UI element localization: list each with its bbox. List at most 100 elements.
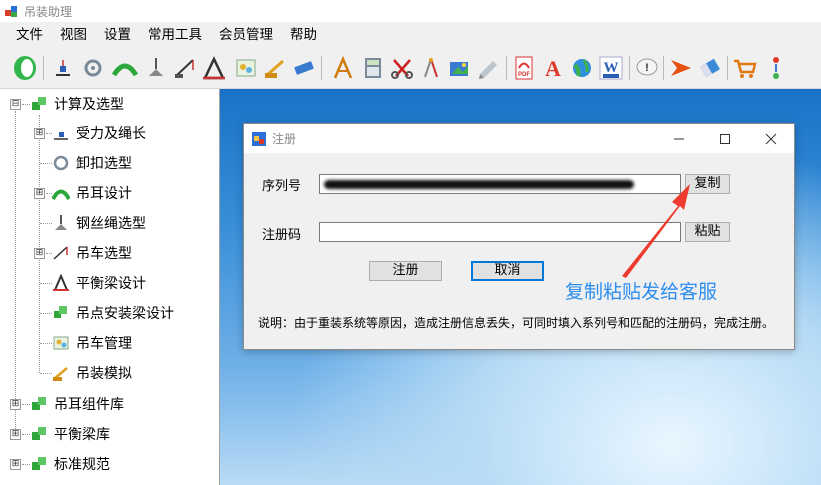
tree-label: 卸扣选型 [76, 156, 132, 172]
simulation-icon [52, 364, 70, 382]
tree-node-crane[interactable]: 吊车选型 [52, 242, 132, 264]
lifting-lug-icon[interactable] [112, 55, 138, 81]
wire-rope-icon [52, 214, 70, 232]
expander-icon[interactable]: ⊞ [10, 429, 21, 440]
pdf-icon[interactable]: PDF [511, 55, 537, 81]
expander-icon[interactable]: ⊞ [34, 128, 45, 139]
menu-common-tools[interactable]: 常用工具 [140, 22, 210, 48]
ruler-icon[interactable] [291, 55, 317, 81]
svg-text:PDF: PDF [518, 72, 530, 78]
dialog-note: 说明：由于重装系统等原因，造成注册信息丢失，可同时填入系列号和匹配的注册码，完成… [258, 316, 775, 330]
image-icon[interactable] [447, 55, 473, 81]
maximize-icon[interactable] [702, 124, 748, 153]
tree-node-force[interactable]: 受力及绳长 [52, 122, 146, 144]
register-button[interactable]: 注册 [369, 261, 442, 281]
serial-label: 序列号 [262, 179, 302, 194]
crane-icon[interactable] [172, 55, 198, 81]
expander-icon[interactable]: ⊞ [34, 188, 45, 199]
menu-view[interactable]: 视图 [52, 22, 95, 48]
tree-label: 标准规范 [54, 457, 110, 473]
beam-install-icon [52, 304, 70, 322]
tree-node-beam-library[interactable]: 平衡梁库 [30, 423, 110, 445]
tree-node-lifting-lug[interactable]: 吊耳设计 [52, 182, 132, 204]
compass-icon[interactable] [418, 55, 444, 81]
tree-node-calc[interactable]: 计算及选型 [30, 93, 124, 115]
toolbar: PDF A W ! [0, 48, 821, 89]
arrow-icon[interactable] [668, 55, 694, 81]
spreader-beam-icon[interactable] [201, 55, 227, 81]
table-icon[interactable] [330, 55, 356, 81]
globe-icon[interactable] [569, 55, 595, 81]
tree-label: 吊装模拟 [76, 366, 132, 382]
close-icon[interactable] [748, 124, 794, 153]
chart-icon[interactable] [233, 55, 259, 81]
lifting-lug-icon [52, 184, 70, 202]
settings-icon[interactable] [763, 55, 789, 81]
svg-text:!: ! [645, 62, 649, 74]
app-window-icon [252, 132, 266, 146]
annotation-arrow [622, 184, 690, 278]
puzzle-icon [30, 95, 48, 113]
eraser-icon[interactable] [697, 55, 723, 81]
crane-manage-icon [52, 334, 70, 352]
tree-node-standards[interactable]: 标准规范 [30, 453, 110, 475]
spreader-beam-icon [52, 274, 70, 292]
shackle-icon[interactable] [80, 55, 106, 81]
menu-settings[interactable]: 设置 [96, 22, 139, 48]
tree-node-spreader-beam[interactable]: 平衡梁设计 [52, 272, 146, 294]
puzzle-icon [30, 425, 48, 443]
tree-label: 吊耳组件库 [54, 397, 124, 413]
puzzle-icon [30, 455, 48, 473]
tree-node-simulation[interactable]: 吊装模拟 [52, 362, 132, 384]
tree-node-lug-library[interactable]: 吊耳组件库 [30, 393, 124, 415]
svg-text:A: A [545, 56, 561, 81]
tree-node-crane-manage[interactable]: 吊车管理 [52, 332, 132, 354]
menu-bar: 文件 视图 设置 常用工具 会员管理 帮助 [0, 22, 821, 48]
tree-label: 计算及选型 [54, 97, 124, 113]
puzzle-icon [30, 395, 48, 413]
pencil-icon[interactable] [476, 55, 502, 81]
text-a-icon[interactable]: A [540, 55, 566, 81]
redacted-serial [324, 180, 634, 189]
force-icon [52, 124, 70, 142]
tree-node-beam-install[interactable]: 吊点安装梁设计 [52, 302, 174, 324]
tree-label: 吊点安装梁设计 [76, 306, 174, 322]
scissors-icon[interactable] [389, 55, 415, 81]
annotation-text: 复制粘贴发给客服 [565, 281, 718, 303]
tree-node-wire-rope[interactable]: 钢丝绳选型 [52, 212, 146, 234]
tree-label: 吊车选型 [76, 246, 132, 262]
truck-crane-icon[interactable] [262, 55, 288, 81]
wire-rope-icon[interactable] [143, 55, 169, 81]
tree-label: 吊耳设计 [76, 186, 132, 202]
word-icon[interactable]: W [598, 55, 624, 81]
load-icon[interactable] [50, 55, 76, 81]
menu-help[interactable]: 帮助 [282, 22, 325, 48]
tree-label: 钢丝绳选型 [76, 216, 146, 232]
expander-icon[interactable]: ⊞ [10, 399, 21, 410]
register-dialog: 注册 序列号 复制 注册码 粘贴 注册 取消 说明：由于重装系统等原因，造成注册… [243, 123, 795, 350]
menu-file[interactable]: 文件 [0, 22, 51, 48]
calculator-icon[interactable] [360, 55, 386, 81]
cart-icon[interactable] [732, 55, 758, 81]
dialog-titlebar[interactable]: 注册 [244, 124, 794, 153]
crane-icon [52, 244, 70, 262]
app-title: 吊装助理 [24, 5, 73, 19]
dialog-title: 注册 [272, 132, 297, 146]
app-blocks-icon [5, 6, 17, 17]
cancel-button[interactable]: 取消 [471, 261, 544, 281]
speech-icon[interactable]: ! [634, 55, 660, 81]
svg-text:W: W [604, 60, 619, 76]
green-toggle-icon[interactable] [12, 55, 38, 81]
app-titlebar: 吊装助理 [0, 0, 821, 22]
minimize-icon[interactable] [656, 124, 702, 153]
tree-label: 平衡梁库 [54, 427, 110, 443]
tree-label: 受力及绳长 [76, 126, 146, 142]
expander-icon[interactable]: ⊞ [34, 248, 45, 259]
tree-node-shackle[interactable]: 卸扣选型 [52, 152, 132, 174]
expander-icon[interactable]: ⊟ [10, 99, 21, 110]
menu-member-management[interactable]: 会员管理 [211, 22, 281, 48]
tree-label: 吊车管理 [76, 336, 132, 352]
nav-tree: ⊟ 计算及选型 ⊞ 受力及绳长 卸扣选型 ⊞ 吊耳设计 钢丝绳选型 ⊞ 吊车选型… [0, 89, 220, 485]
expander-icon[interactable]: ⊞ [10, 459, 21, 470]
tree-label: 平衡梁设计 [76, 276, 146, 292]
